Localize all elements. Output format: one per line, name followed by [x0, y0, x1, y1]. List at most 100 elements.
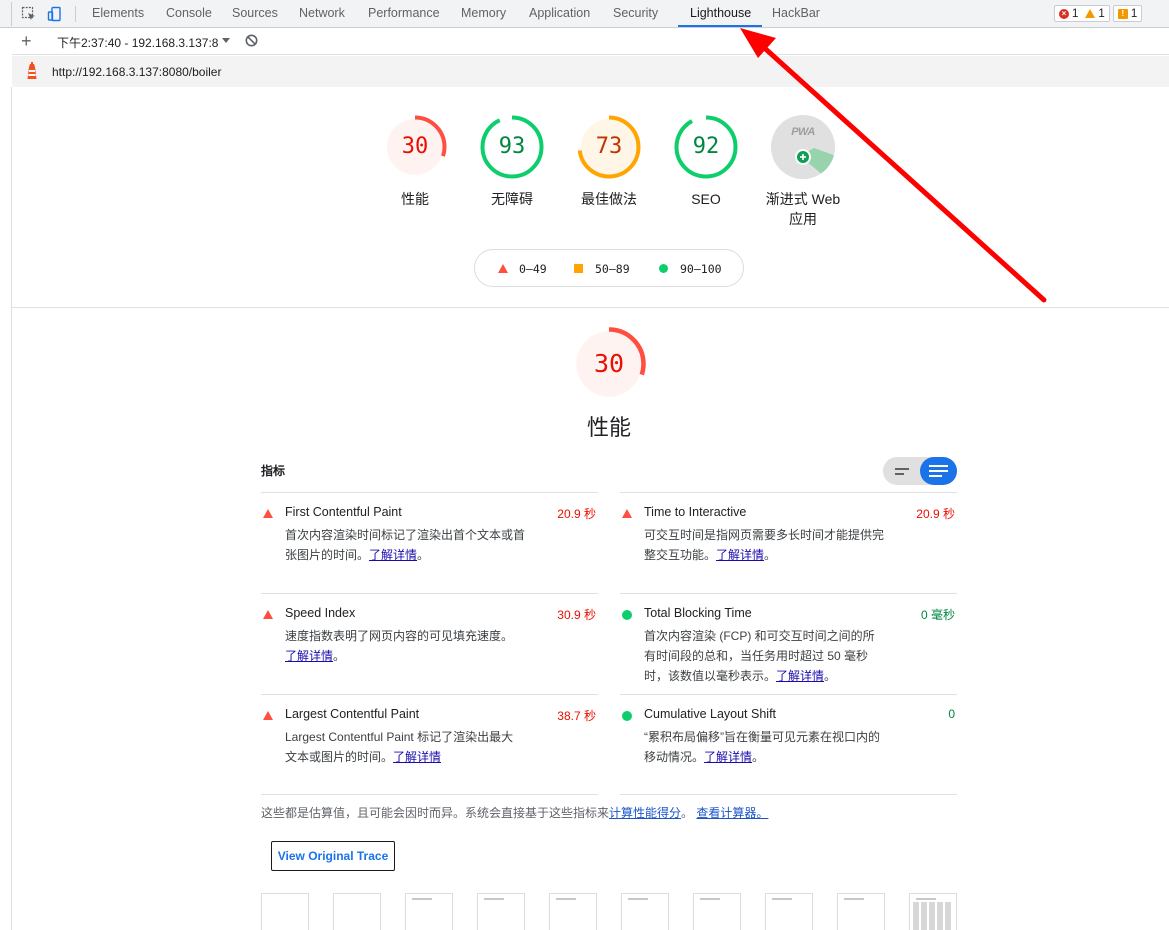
report-url[interactable]: http://192.168.3.137:8080/boiler	[52, 65, 221, 79]
filmstrip-thumbnail	[765, 893, 813, 930]
fail-triangle-icon	[263, 711, 273, 720]
metric-value: 38.7 秒	[557, 709, 596, 723]
tab-elements[interactable]: Elements	[92, 0, 144, 28]
pwa-label-line2: 应用	[789, 211, 817, 227]
metric-title: First Contentful Paint	[285, 505, 402, 519]
metric-description: Largest Contentful Paint 标记了渲染出最大文本或图片的时…	[285, 730, 514, 764]
metric-description: “累积布局偏移”旨在衡量可见元素在视口内的移动情况。了解详情。	[644, 730, 880, 764]
gauge-performance[interactable]: 30	[382, 114, 448, 180]
learn-more-link[interactable]: 了解详情	[369, 548, 417, 562]
inspect-icon[interactable]	[20, 5, 38, 23]
metric-description: 可交互时间是指网页需要多长时间才能提供完整交互功能。了解详情。	[644, 528, 885, 562]
learn-more-link[interactable]: 了解详情	[776, 669, 824, 683]
metric-value: 20.9 秒	[916, 507, 955, 521]
pwa-badge[interactable]: PWA	[770, 114, 836, 180]
metrics-view-toggle[interactable]	[883, 457, 957, 485]
metric-description: 首次内容渲染 (FCP) 和可交互时间之间的所有时间段的总和，当任务用时超过 5…	[644, 629, 875, 683]
gauge-score: 92	[692, 134, 720, 159]
error-counter[interactable]: × 1 1	[1054, 5, 1110, 22]
report-select[interactable]: 下午2:37:40 - 192.168.3.137:8	[57, 34, 218, 51]
issues-counter[interactable]: ! 1	[1112, 5, 1143, 22]
issues-icon: !	[1117, 8, 1128, 19]
filmstrip-thumbnail	[405, 893, 453, 930]
metric-title: Speed Index	[285, 606, 356, 620]
metric-title: Cumulative Layout Shift	[644, 707, 777, 721]
score-calculation-link[interactable]: 计算性能得分	[609, 806, 681, 820]
section-divider	[12, 307, 1169, 308]
learn-more-link[interactable]: 了解详情	[716, 548, 764, 562]
score-legend: 0–49 50–89 90–100	[474, 249, 744, 287]
toolbar-separator	[75, 6, 76, 22]
filmstrip-thumbnail	[837, 893, 885, 930]
filmstrip-thumbnail	[621, 893, 669, 930]
tab-sources[interactable]: Sources	[232, 0, 278, 28]
metric-divider	[261, 593, 598, 594]
report-url-bar: http://192.168.3.137:8080/boiler	[12, 56, 1169, 87]
average-square-icon	[574, 264, 583, 273]
block-icon[interactable]	[245, 34, 258, 47]
filmstrip-thumbnail	[693, 893, 741, 930]
gauge-accessibility[interactable]: 93	[479, 114, 545, 180]
metric-value: 20.9 秒	[557, 507, 596, 521]
filmstrip-thumbnail	[909, 893, 957, 930]
expanded-view-icon	[929, 465, 948, 477]
performance-score: 30	[593, 349, 625, 378]
filmstrip-thumbnail	[333, 893, 381, 930]
calculator-link[interactable]: 查看计算器。	[696, 806, 768, 820]
metric-title: Time to Interactive	[644, 505, 747, 519]
metric-title: Largest Contentful Paint	[285, 707, 420, 721]
compact-view-icon[interactable]	[895, 466, 911, 476]
metric-divider	[620, 794, 957, 795]
legend-fail: 0–49	[519, 262, 547, 276]
pwa-label-line1: 渐进式 Web	[765, 191, 841, 207]
learn-more-link[interactable]: 了解详情	[393, 750, 441, 764]
tab-console[interactable]: Console	[166, 0, 212, 28]
tab-application[interactable]: Application	[529, 0, 590, 28]
tab-network[interactable]: Network	[299, 0, 345, 28]
error-icon: ×	[1059, 8, 1069, 19]
gauge-label: 无障碍	[491, 191, 533, 207]
report-selector-bar: + 下午2:37:40 - 192.168.3.137:8	[12, 28, 1169, 55]
metric-divider	[261, 694, 598, 695]
tab-memory[interactable]: Memory	[461, 0, 506, 28]
pwa-icon	[771, 115, 835, 179]
warning-count: 1	[1098, 7, 1105, 20]
expanded-view-button[interactable]	[920, 457, 957, 485]
learn-more-link[interactable]: 了解详情	[704, 750, 752, 764]
tab-lighthouse[interactable]: Lighthouse	[690, 0, 751, 28]
gauge-label: 最佳做法	[581, 191, 637, 207]
metric-description: 速度指数表明了网页内容的可见填充速度。了解详情。	[285, 629, 514, 663]
metric-description: 首次内容渲染时间标记了渲染出首个文本或首张图片的时间。了解详情。	[285, 528, 526, 562]
gauge-score: 73	[595, 134, 623, 159]
issues-count: 1	[1130, 7, 1138, 20]
filmstrip-thumbnail	[261, 893, 309, 930]
metric-value: 0	[948, 707, 955, 721]
performance-title: 性能	[586, 415, 631, 440]
view-original-trace-button[interactable]: View Original Trace	[271, 841, 395, 871]
pass-circle-icon	[622, 711, 632, 721]
filmstrip-thumbnail	[477, 893, 525, 930]
gauge-label: 渐进式 Web 应用	[753, 189, 853, 229]
plus-icon[interactable]: +	[21, 31, 32, 51]
chevron-down-icon[interactable]	[222, 38, 230, 43]
tab-performance[interactable]: Performance	[368, 0, 440, 28]
fail-triangle-icon	[498, 264, 508, 273]
device-toggle-icon[interactable]	[46, 5, 64, 23]
tab-hackbar[interactable]: HackBar	[772, 0, 820, 28]
metric-value: 30.9 秒	[557, 608, 596, 622]
legend-average: 50–89	[595, 262, 630, 276]
lighthouse-logo-icon	[24, 62, 40, 80]
performance-score-gauge: 30	[571, 326, 647, 402]
gauge-label: SEO	[691, 191, 721, 207]
fail-triangle-icon	[263, 509, 273, 518]
gauge-best-practices[interactable]: 73	[576, 114, 642, 180]
learn-more-link[interactable]: 了解详情	[285, 649, 333, 663]
issue-counters[interactable]: × 1 1 ! 1	[1054, 5, 1143, 22]
metric-divider	[620, 593, 957, 594]
devtools-tab-bar: Elements Console Sources Network Perform…	[0, 0, 1169, 28]
metrics-heading: 指标	[261, 464, 286, 478]
gauge-seo[interactable]: 92	[673, 114, 739, 180]
panel-edge	[0, 2, 12, 26]
metric-divider	[261, 794, 598, 795]
tab-security[interactable]: Security	[613, 0, 658, 28]
